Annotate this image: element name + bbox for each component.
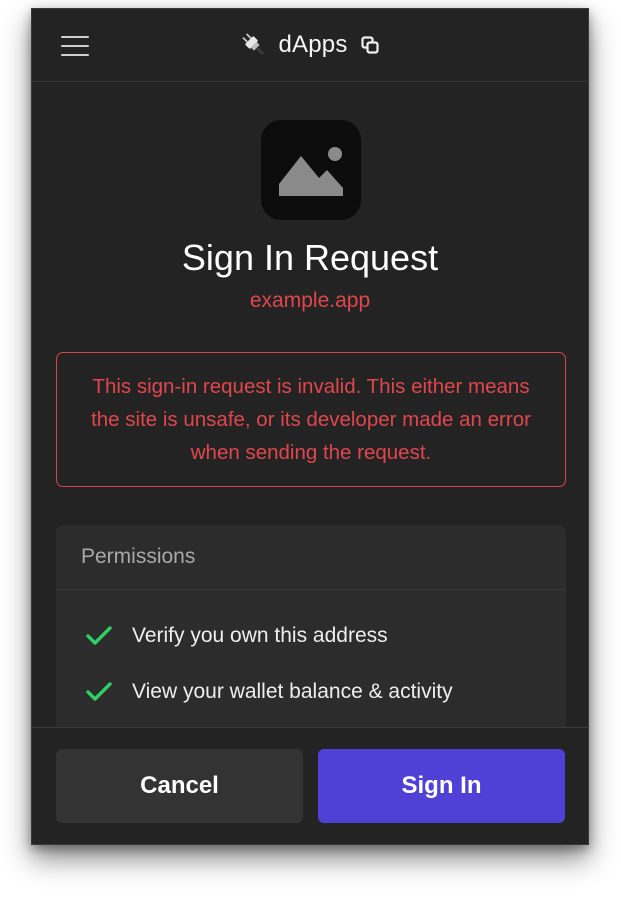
header-bar: dApps [32,9,588,82]
plug-icon [242,33,265,56]
request-domain: example.app [249,289,371,312]
action-footer: Cancel Sign In [32,727,588,844]
permission-label: View your wallet balance & activity [132,680,453,703]
page-title: Sign In Request [181,237,439,278]
permissions-heading: Permissions [56,525,566,590]
page: dApps Sign In Request example.app This s… [0,0,621,900]
cancel-button[interactable]: Cancel [56,749,303,823]
sign-in-button[interactable]: Sign In [318,749,565,823]
permission-item: Verify you own this address [86,621,388,651]
header-title-group: dApps [32,29,588,61]
error-alert: This sign-in request is invalid. This ei… [56,352,566,487]
app-icon [261,120,361,220]
check-icon [86,626,112,645]
check-icon [86,682,112,701]
header-title: dApps [278,31,348,58]
image-placeholder-icon [279,147,343,196]
wallet-popup: dApps Sign In Request example.app This s… [31,8,589,845]
error-message: This sign-in request is invalid. This ei… [91,375,531,464]
permission-label: Verify you own this address [132,624,388,647]
copy-icon[interactable] [360,35,380,55]
permission-item: View your wallet balance & activity [86,677,453,707]
